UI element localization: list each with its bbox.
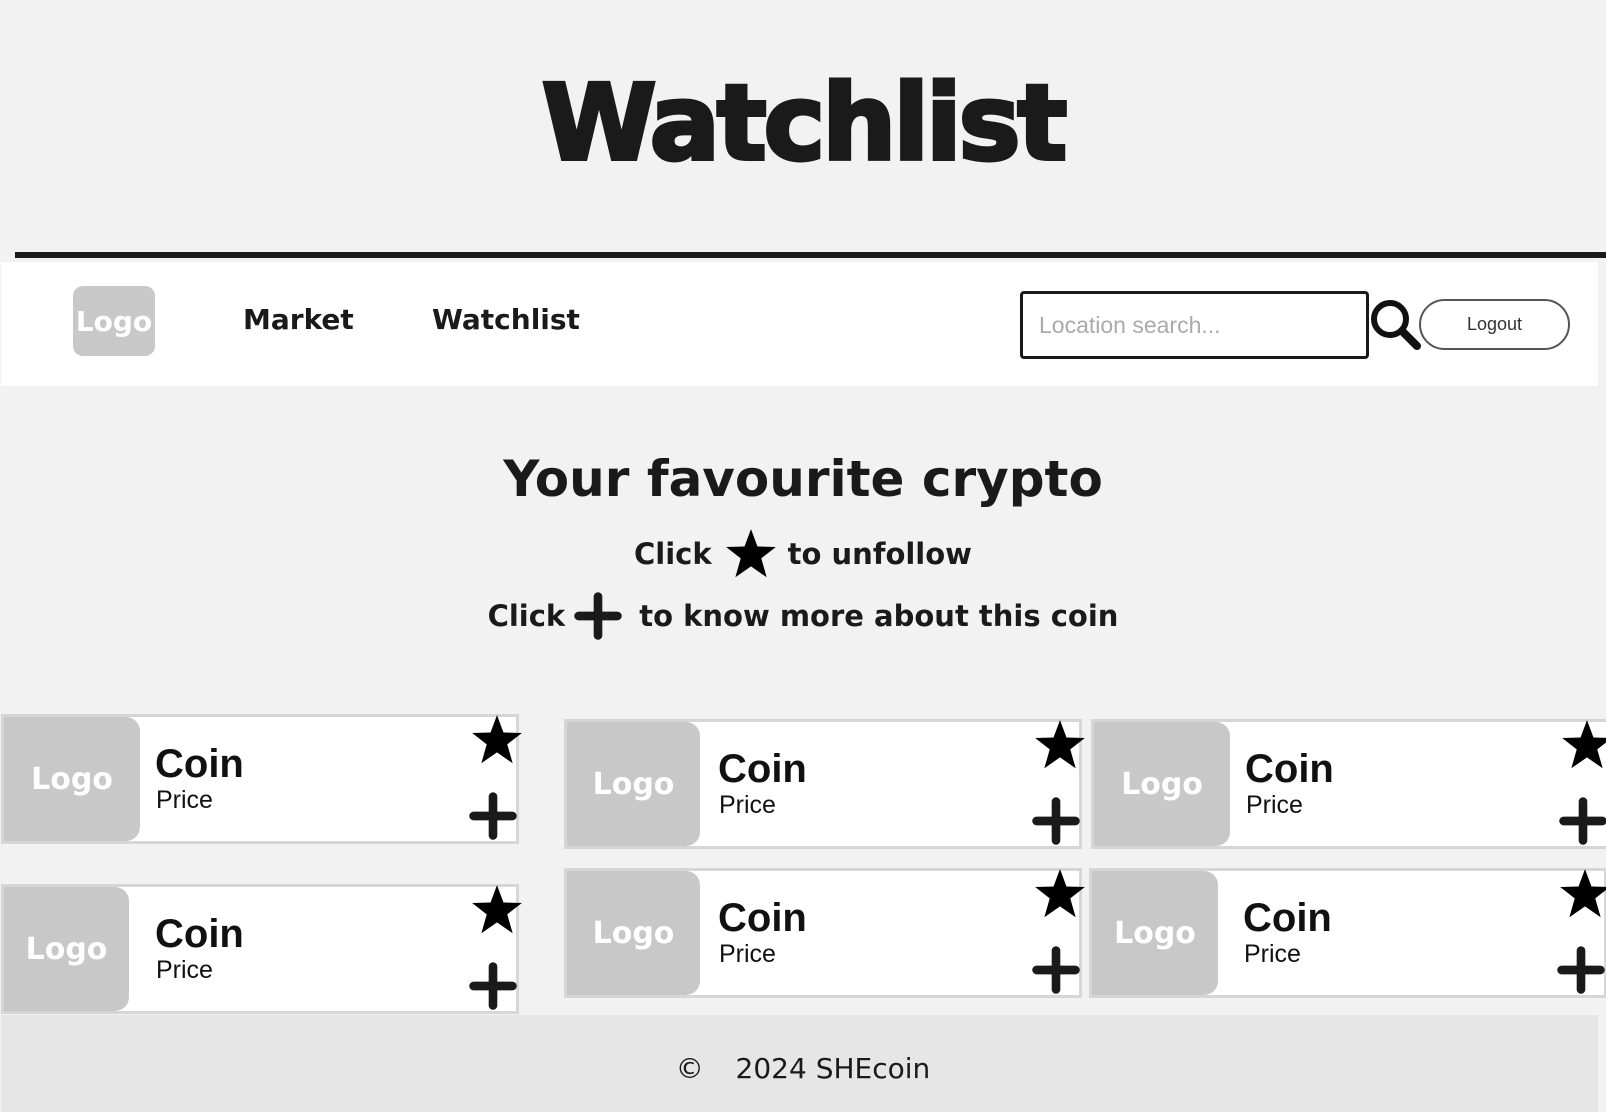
hint-unfollow-prefix: Click bbox=[634, 537, 712, 571]
hint-more-info: Click to know more about this coin bbox=[0, 586, 1606, 646]
coin-logo: Logo bbox=[4, 717, 140, 841]
coin-price: Price bbox=[156, 956, 213, 984]
plus-icon[interactable] bbox=[466, 959, 520, 1013]
nav-link-market[interactable]: Market bbox=[243, 298, 354, 342]
plus-icon[interactable] bbox=[1029, 794, 1083, 848]
coin-price: Price bbox=[1246, 791, 1303, 819]
coin-name: Coin bbox=[155, 742, 244, 786]
coin-price: Price bbox=[719, 940, 776, 968]
coin-card[interactable]: Logo Coin Price bbox=[564, 719, 1082, 849]
coin-name: Coin bbox=[1245, 747, 1334, 791]
coin-logo: Logo bbox=[4, 887, 129, 1011]
star-icon[interactable] bbox=[470, 713, 524, 767]
intro-heading: Your favourite crypto bbox=[503, 450, 1103, 508]
nav-link-watchlist[interactable]: Watchlist bbox=[432, 298, 580, 342]
star-icon bbox=[724, 527, 778, 581]
copyright-symbol: © bbox=[675, 1052, 704, 1085]
coin-logo: Logo bbox=[1092, 871, 1218, 995]
star-icon[interactable] bbox=[1560, 718, 1606, 772]
coin-logo: Logo bbox=[567, 722, 700, 846]
plus-icon[interactable] bbox=[1554, 943, 1606, 997]
coin-card[interactable]: Logo Coin Price bbox=[564, 868, 1082, 998]
star-icon[interactable] bbox=[1033, 718, 1087, 772]
star-icon[interactable] bbox=[470, 883, 524, 937]
search-input[interactable] bbox=[1020, 291, 1369, 359]
coin-name: Coin bbox=[1243, 896, 1332, 940]
title-divider bbox=[15, 252, 1606, 258]
footer-copyright: © 2024 SHEcoin bbox=[0, 1048, 1606, 1090]
search-icon[interactable] bbox=[1367, 296, 1423, 352]
coin-price: Price bbox=[1244, 940, 1301, 968]
coin-card[interactable]: Logo Coin Price bbox=[1, 714, 519, 844]
plus-icon bbox=[571, 589, 625, 643]
plus-icon[interactable] bbox=[1029, 943, 1083, 997]
coin-price: Price bbox=[719, 791, 776, 819]
plus-icon[interactable] bbox=[1556, 794, 1606, 848]
coin-card[interactable]: Logo Coin Price bbox=[1091, 719, 1606, 849]
logout-button[interactable]: Logout bbox=[1419, 299, 1570, 350]
copyright-text: 2024 SHEcoin bbox=[735, 1052, 931, 1085]
coin-logo: Logo bbox=[1094, 722, 1230, 846]
page-title: Watchlist bbox=[540, 60, 1070, 186]
coin-price: Price bbox=[156, 786, 213, 814]
coin-name: Coin bbox=[718, 896, 807, 940]
hint-unfollow: Click to unfollow bbox=[0, 524, 1606, 584]
coin-card[interactable]: Logo Coin Price bbox=[1089, 868, 1606, 998]
coin-logo: Logo bbox=[567, 871, 700, 995]
hint-more-suffix: to know more about this coin bbox=[639, 599, 1119, 633]
nav-logo[interactable]: Logo bbox=[73, 286, 155, 356]
hint-unfollow-suffix: to unfollow bbox=[787, 537, 972, 571]
coin-name: Coin bbox=[718, 747, 807, 791]
star-icon[interactable] bbox=[1558, 867, 1606, 921]
hint-more-prefix: Click bbox=[487, 599, 566, 633]
coin-card[interactable]: Logo Coin Price bbox=[1, 884, 519, 1014]
plus-icon[interactable] bbox=[466, 789, 520, 843]
star-icon[interactable] bbox=[1033, 867, 1087, 921]
coin-name: Coin bbox=[155, 912, 244, 956]
